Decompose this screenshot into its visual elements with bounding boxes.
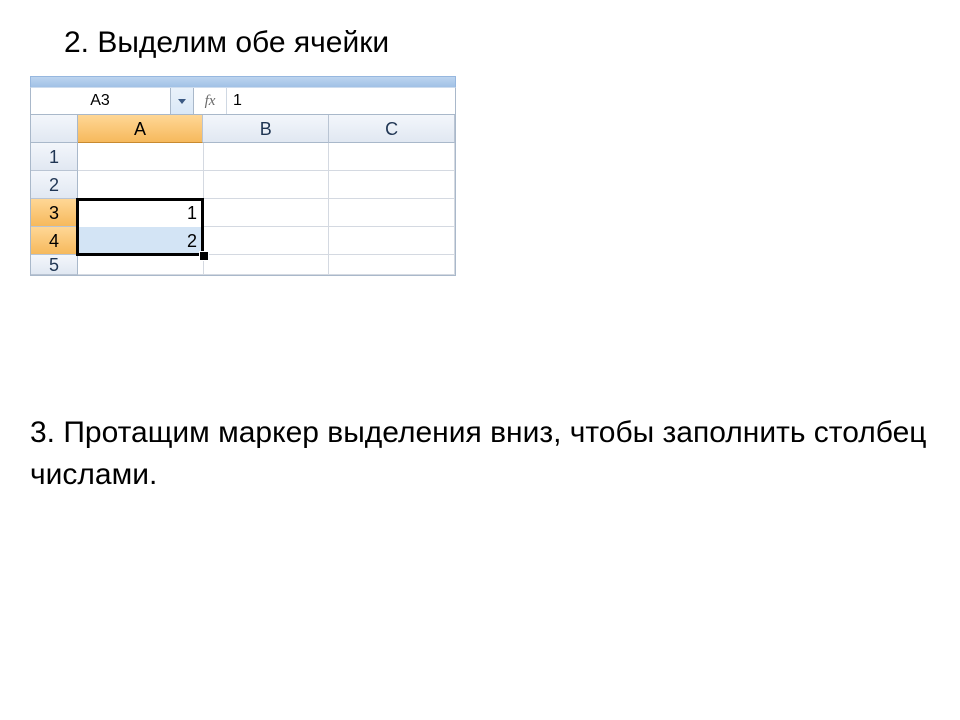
cell-C2[interactable] bbox=[329, 171, 455, 199]
row-5: 5 bbox=[31, 255, 455, 275]
step-2-text: 2. Выделим обе ячейки bbox=[64, 26, 389, 60]
formula-bar-value: 1 bbox=[227, 92, 242, 110]
cell-B4[interactable] bbox=[204, 227, 330, 255]
cell-B1[interactable] bbox=[204, 143, 330, 171]
name-box[interactable]: A3 bbox=[31, 88, 194, 114]
cell-A2[interactable] bbox=[78, 171, 204, 199]
step-3-text: 3. Протащим маркер выделения вниз, чтобы… bbox=[30, 412, 930, 496]
cell-A5[interactable] bbox=[78, 255, 204, 275]
select-all-corner[interactable] bbox=[31, 115, 78, 143]
window-top-strip bbox=[30, 76, 456, 87]
cells-area: 1 2 3 4 bbox=[31, 143, 455, 275]
name-box-dropdown[interactable] bbox=[170, 88, 193, 114]
cell-C3[interactable] bbox=[329, 199, 455, 227]
row-header-5[interactable]: 5 bbox=[31, 255, 78, 275]
row-header-4[interactable]: 4 bbox=[31, 227, 78, 255]
cell-A1[interactable] bbox=[78, 143, 204, 171]
chevron-down-icon bbox=[178, 99, 186, 104]
cell-A4[interactable] bbox=[78, 227, 204, 255]
column-header-row: A B C bbox=[31, 115, 455, 143]
cell-C4[interactable] bbox=[329, 227, 455, 255]
cell-B2[interactable] bbox=[204, 171, 330, 199]
cell-B3[interactable] bbox=[204, 199, 330, 227]
slide: 2. Выделим обе ячейки A3 fx 1 A B bbox=[0, 0, 960, 720]
formula-bar-row: A3 fx 1 bbox=[30, 87, 456, 115]
cell-C1[interactable] bbox=[329, 143, 455, 171]
spreadsheet-grid: A B C 1 2 3 bbox=[30, 115, 456, 276]
row-4: 4 bbox=[31, 227, 455, 255]
name-box-value: A3 bbox=[31, 88, 169, 114]
spreadsheet-screenshot: A3 fx 1 A B C 1 bbox=[30, 76, 456, 276]
cell-A3[interactable] bbox=[78, 199, 204, 227]
row-header-2[interactable]: 2 bbox=[31, 171, 78, 199]
formula-bar[interactable]: fx 1 bbox=[194, 88, 455, 114]
row-3: 3 bbox=[31, 199, 455, 227]
cell-C5[interactable] bbox=[329, 255, 455, 275]
column-header-A[interactable]: A bbox=[78, 115, 204, 143]
row-2: 2 bbox=[31, 171, 455, 199]
column-header-B[interactable]: B bbox=[203, 115, 329, 143]
cell-B5[interactable] bbox=[204, 255, 330, 275]
insert-function-button[interactable]: fx bbox=[194, 88, 227, 114]
row-1: 1 bbox=[31, 143, 455, 171]
row-header-3[interactable]: 3 bbox=[31, 199, 78, 227]
column-header-C[interactable]: C bbox=[329, 115, 455, 143]
fx-icon: fx bbox=[205, 93, 216, 110]
row-header-1[interactable]: 1 bbox=[31, 143, 78, 171]
